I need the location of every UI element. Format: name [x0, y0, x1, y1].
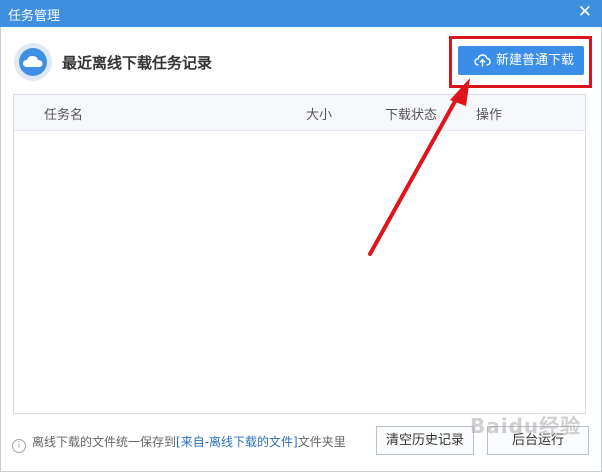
save-location-note: i 离线下载的文件统一保存到[来自-离线下载的文件]文件夹里	[12, 433, 346, 453]
note-prefix: 离线下载的文件统一保存到	[32, 435, 177, 449]
download-folder-link[interactable]: [来自-离线下载的文件]	[176, 435, 298, 449]
annotation-arrow	[368, 78, 470, 256]
note-suffix: 文件夹里	[297, 435, 346, 449]
clear-history-button[interactable]: 清空历史记录	[376, 426, 474, 455]
info-icon: i	[12, 439, 26, 453]
watermark-logo: Baidu经验	[470, 414, 582, 438]
